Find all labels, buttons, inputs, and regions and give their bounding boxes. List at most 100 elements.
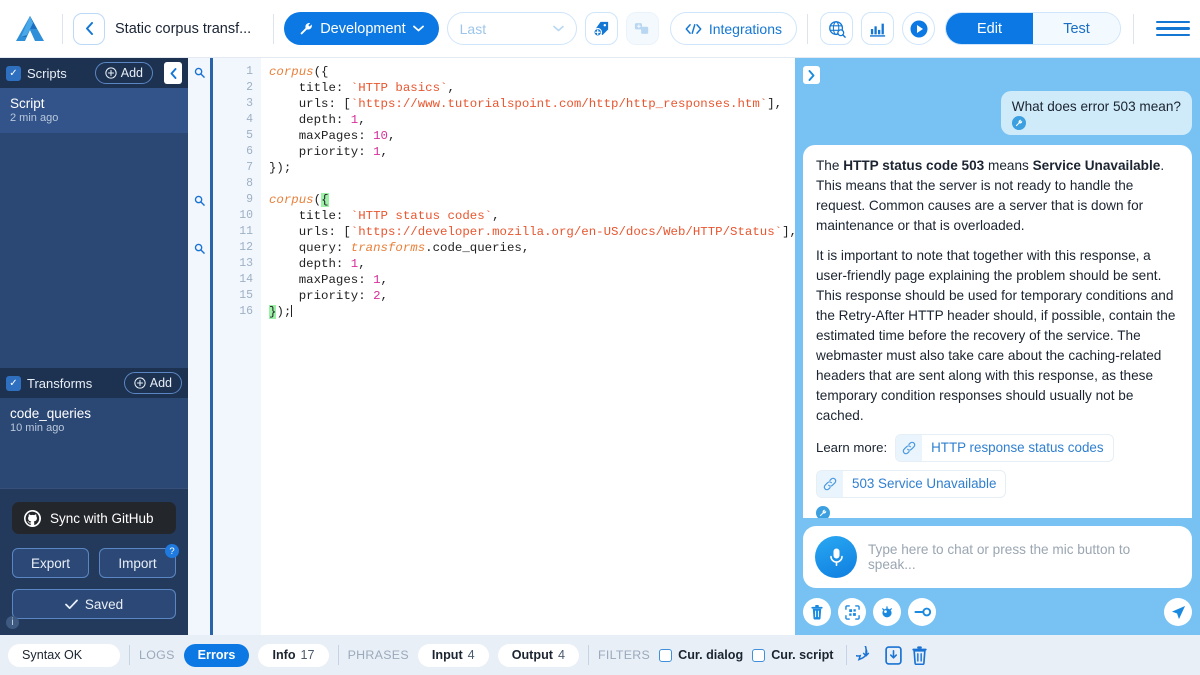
code-token: priority: [269, 145, 373, 159]
line-search-icon[interactable] [188, 240, 210, 256]
transforms-section-header: ✓ Transforms Add [0, 368, 188, 398]
code-token: maxPages: [269, 273, 373, 287]
duplicate-button[interactable] [626, 12, 659, 45]
list-item[interactable]: code_queries 10 min ago [0, 398, 188, 443]
analytics-button[interactable] [861, 12, 894, 45]
chevron-right-icon [807, 70, 816, 81]
code-brackets-icon [685, 23, 702, 35]
divider [0, 488, 188, 489]
output-phrases-pill[interactable]: Output 4 [498, 644, 579, 667]
divider [588, 645, 589, 665]
tool-icon[interactable] [816, 506, 830, 518]
code-line: maxPages: 1, [269, 272, 795, 288]
code-line: title: `HTTP basics`, [269, 80, 795, 96]
gutter-slot [188, 224, 210, 240]
back-button[interactable] [73, 13, 105, 45]
code-token: .code_queries, [425, 241, 529, 255]
tab-test[interactable]: Test [1033, 13, 1120, 44]
chat-input-wrapper[interactable]: Type here to chat or press the mic butto… [803, 526, 1192, 588]
tab-edit[interactable]: Edit [946, 13, 1033, 44]
clear-dialog-button[interactable] [803, 598, 831, 626]
list-item[interactable]: Script 2 min ago [0, 88, 188, 133]
code-token: , [492, 209, 499, 223]
chat-download-icon [856, 646, 876, 665]
code-line: }); [269, 304, 795, 320]
bot-bold-status-name: Service Unavailable [1033, 158, 1161, 173]
code-token: ], [767, 97, 782, 111]
saved-button[interactable]: Saved [12, 589, 176, 619]
scripts-section-header: ✓ Scripts Add [0, 58, 188, 88]
info-icon[interactable]: i [6, 616, 19, 629]
code-token: `HTTP basics` [351, 81, 448, 95]
filter-current-dialog[interactable]: Cur. dialog [659, 648, 743, 662]
gutter-slot [188, 208, 210, 224]
gutter-slot [188, 112, 210, 128]
integrations-button[interactable]: Integrations [670, 12, 797, 45]
hamburger-menu-icon[interactable] [1156, 21, 1190, 37]
channel-selector-button[interactable]: Development [284, 12, 438, 45]
divider [129, 645, 130, 665]
filter-script-label: Cur. script [771, 648, 833, 662]
export-button[interactable]: Export [12, 548, 89, 578]
import-button[interactable]: Import ? [99, 548, 176, 578]
filter-current-script[interactable]: Cur. script [752, 648, 833, 662]
download-log-button[interactable] [885, 646, 902, 665]
sync-github-button[interactable]: Sync with GitHub [12, 502, 176, 534]
learn-more-row: Learn more: HTTP response status codes [816, 434, 1179, 462]
divider [846, 645, 847, 665]
token-button[interactable] [908, 598, 936, 626]
clear-logs-button[interactable] [911, 646, 928, 665]
chat-tool-row [803, 598, 1192, 626]
line-search-icon[interactable] [188, 192, 210, 208]
project-title[interactable]: Static corpus transf... [105, 21, 263, 37]
code-line: }); [269, 160, 795, 176]
tool-icon[interactable] [1012, 116, 1026, 130]
code-editor[interactable]: 12345678910111213141516 corpus({ title: … [188, 58, 795, 635]
status-bar: Syntax OK LOGS Errors Info 17 PHRASES In… [0, 635, 1200, 675]
code-token: priority: [269, 289, 373, 303]
debug-button[interactable] [873, 598, 901, 626]
add-tag-button[interactable] [585, 12, 618, 45]
code-token: depth: [269, 257, 351, 271]
line-search-icon[interactable] [188, 64, 210, 80]
editor-code-content[interactable]: corpus({ title: `HTTP basics`, urls: [`h… [261, 58, 795, 635]
collapse-sidebar-button[interactable] [164, 62, 182, 84]
add-script-label: Add [121, 66, 143, 80]
download-dialog-button[interactable] [856, 646, 876, 665]
checkbox-unchecked-icon[interactable] [659, 649, 672, 662]
globe-search-button[interactable] [820, 12, 853, 45]
microphone-button[interactable] [815, 536, 857, 578]
chevron-left-icon [84, 22, 95, 35]
import-label: Import [118, 556, 156, 571]
editor-line-numbers: 12345678910111213141516 [213, 58, 261, 635]
code-token: title: [269, 81, 351, 95]
code-line: maxPages: 10, [269, 128, 795, 144]
import-help-badge[interactable]: ? [165, 544, 179, 558]
add-transform-button[interactable]: Add [124, 372, 182, 394]
gutter-slot [188, 272, 210, 288]
expand-chat-button[interactable] [803, 66, 820, 84]
code-token: `https://developer.mozilla.org/en-US/doc… [351, 225, 782, 239]
syntax-status-pill[interactable]: Syntax OK [8, 644, 120, 667]
info-filter-pill[interactable]: Info 17 [258, 644, 328, 667]
code-token: 1 [373, 273, 380, 287]
channel-label: Development [320, 21, 405, 37]
debug-eye-icon [879, 605, 895, 619]
checkbox-checked-icon[interactable]: ✓ [6, 66, 21, 81]
add-script-button[interactable]: Add [95, 62, 153, 84]
add-transform-label: Add [150, 376, 172, 390]
send-button[interactable] [1164, 598, 1192, 626]
errors-filter-pill[interactable]: Errors [184, 644, 250, 667]
scan-button[interactable] [838, 598, 866, 626]
code-token: , [447, 81, 454, 95]
play-button[interactable] [902, 12, 935, 45]
link-chip-http-status-codes[interactable]: HTTP response status codes [895, 434, 1113, 462]
checkbox-checked-icon[interactable]: ✓ [6, 376, 21, 391]
checkbox-unchecked-icon[interactable] [752, 649, 765, 662]
code-token: transforms [351, 241, 425, 255]
input-phrases-pill[interactable]: Input 4 [418, 644, 489, 667]
saved-label: Saved [85, 597, 123, 612]
link-chip-503-service-unavailable[interactable]: 503 Service Unavailable [816, 470, 1006, 498]
code-token: { [321, 193, 328, 207]
version-select[interactable]: Last [447, 12, 577, 45]
